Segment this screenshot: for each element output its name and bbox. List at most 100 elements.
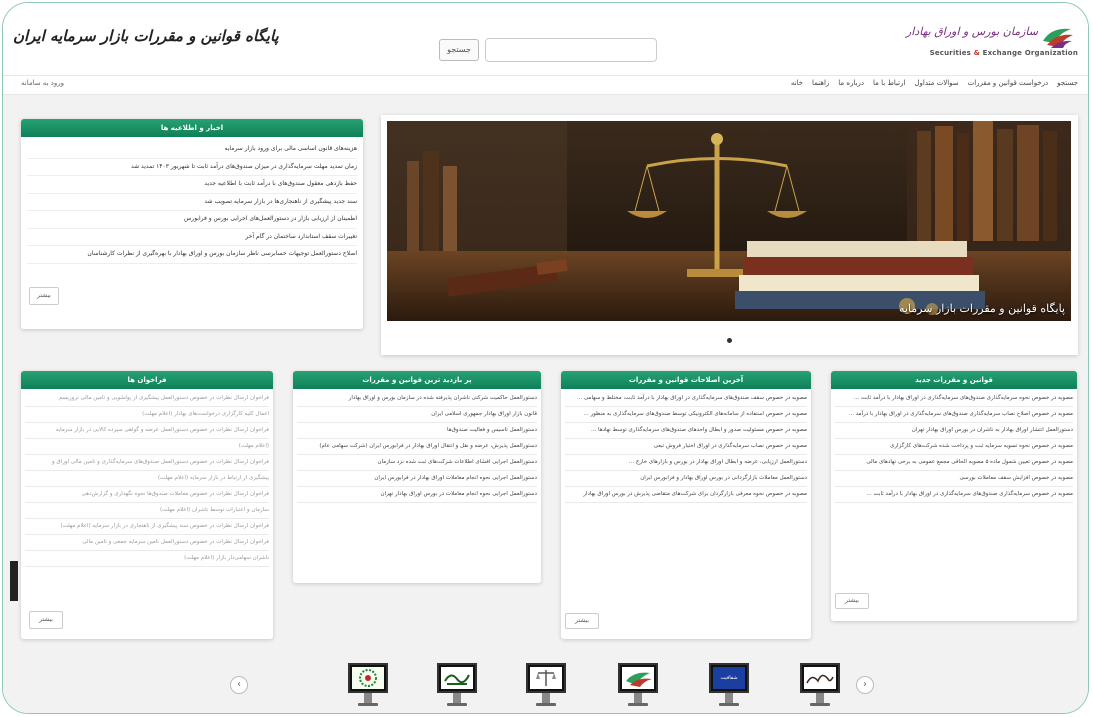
logo-text-fa: سازمان بورس و اوراق بهادار bbox=[905, 25, 1038, 38]
list-item[interactable]: ناشران سهامی‌دار بازار (اعلام مهلت) bbox=[25, 551, 269, 567]
list-item[interactable]: مصوبه در خصوص اصلاح نصاب سرمایه‌گذاری صن… bbox=[835, 407, 1073, 423]
nav-item-guide[interactable]: راهنما bbox=[812, 79, 829, 87]
slider-dot[interactable] bbox=[727, 338, 732, 343]
nav-item-request[interactable]: درخواست قوانین و مقررات bbox=[968, 79, 1049, 87]
logo-en-securities: Securities bbox=[929, 49, 972, 57]
list-item[interactable]: مصوبه در خصوص سقف صندوق‌های سرمایه‌گذاری… bbox=[565, 391, 807, 407]
partner-logo-2[interactable] bbox=[437, 663, 477, 711]
latest-amendments-panel: آخرین اصلاحات قوانین و مقررات مصوبه در خ… bbox=[561, 371, 811, 639]
partner-emblem-icon bbox=[359, 669, 377, 687]
list-item[interactable]: مصوبه در خصوص استفاده از سامانه‌های الکت… bbox=[565, 407, 807, 423]
list-item[interactable]: دستورالعمل اجرایی نحوه انجام معاملات اور… bbox=[297, 471, 537, 487]
list-item[interactable]: دستورالعمل انتشار اوراق بهادار به ناشران… bbox=[835, 423, 1073, 439]
nav-items: خانه راهنما درباره ما ارتباط با ما سوالا… bbox=[791, 79, 1078, 87]
list-item[interactable]: فراخوان ارسال نظرات در خصوص سند پیشگیری … bbox=[25, 519, 269, 535]
organization-logo[interactable]: سازمان بورس و اوراق بهادار Securities & … bbox=[906, 23, 1078, 63]
list-item[interactable]: مصوبه در خصوص نحوه معرفی بازارگردان برای… bbox=[565, 487, 807, 503]
list-item[interactable]: فراخوان ارسال نظرات در خصوص دستورالعمل ص… bbox=[25, 455, 269, 471]
nav-item-about[interactable]: درباره ما bbox=[838, 79, 864, 87]
login-link[interactable]: ورود به سامانه bbox=[21, 79, 64, 87]
latest-amendments-list: مصوبه در خصوص سقف صندوق‌های سرمایه‌گذاری… bbox=[561, 389, 811, 505]
list-item[interactable]: فراخوان ارسال نظرات در خصوص دستورالعمل ت… bbox=[25, 535, 269, 551]
most-visited-title: پر بازدید ترین قوانین و مقررات bbox=[293, 371, 541, 389]
nav-item-home[interactable]: خانه bbox=[791, 79, 803, 87]
news-item[interactable]: هزینه‌های قانون اساسی مالی برای ورود باز… bbox=[27, 141, 357, 159]
most-visited-panel: پر بازدید ترین قوانین و مقررات دستورالعم… bbox=[293, 371, 541, 583]
new-rules-more-button[interactable]: بیشتر bbox=[835, 593, 869, 609]
hero-image[interactable]: پایگاه قوانین و مقررات بازار سرمایه bbox=[387, 121, 1071, 321]
site-title[interactable]: پایگاه قوانین و مقررات بازار سرمایه ایرا… bbox=[13, 27, 279, 45]
list-item[interactable]: دستورالعمل اجرایی نحوه انجام معاملات در … bbox=[297, 487, 537, 503]
side-tab-handle[interactable] bbox=[10, 561, 18, 601]
hero-caption: پایگاه قوانین و مقررات بازار سرمایه bbox=[898, 302, 1065, 315]
news-item[interactable]: سند جدید پیشگیری از ناهنجاری‌ها در بازار… bbox=[27, 194, 357, 211]
carousel-next-button[interactable]: › bbox=[856, 676, 874, 694]
list-item[interactable]: دستورالعمل تاسیس و فعالیت صندوق‌ها bbox=[297, 423, 537, 439]
justice-scales-image bbox=[387, 121, 1071, 321]
list-item[interactable]: (اعلام مهلت) bbox=[25, 439, 269, 455]
partner-logo-5[interactable]: شفافیت bbox=[709, 663, 749, 711]
news-item[interactable]: زمان تمدید مهلت سرمایه‌گذاری در میزان صن… bbox=[27, 159, 357, 176]
partner-logo-1[interactable] bbox=[348, 663, 388, 711]
nav-item-contact[interactable]: ارتباط با ما bbox=[873, 79, 905, 87]
news-title: اخبار و اطلاعیه ها bbox=[21, 119, 363, 137]
calls-panel: فراخوان ها فراخوان ارسال نظرات در خصوص د… bbox=[21, 371, 273, 639]
list-item[interactable]: مصوبه در خصوص مسئولیت صدور و ابطال واحده… bbox=[565, 423, 807, 439]
list-item[interactable]: قانون بازار اوراق بهادار جمهوری اسلامی ا… bbox=[297, 407, 537, 423]
new-rules-title: قوانین و مقررات جدید bbox=[831, 371, 1077, 389]
search-input[interactable] bbox=[485, 38, 657, 62]
list-item[interactable]: دستورالعمل معاملات بازار‌گردانی در بورس … bbox=[565, 471, 807, 487]
list-item[interactable]: فراخوان ارسال نظرات در خصوص دستورالعمل پ… bbox=[25, 391, 269, 407]
news-list: هزینه‌های قانون اساسی مالی برای ورود باز… bbox=[21, 137, 363, 268]
news-item[interactable]: اطمینان از ارزیابی بازار در دستورالعمل‌ه… bbox=[27, 211, 357, 229]
news-panel: اخبار و اطلاعیه ها هزینه‌های قانون اساسی… bbox=[21, 119, 363, 329]
most-visited-list: دستورالعمل حاکمیت شرکتی ناشران پذیرفته ش… bbox=[293, 389, 541, 505]
site-header: پایگاه قوانین و مقررات بازار سرمایه ایرا… bbox=[3, 3, 1088, 73]
list-item[interactable]: مصوبه در خصوص افزایش سقف معاملات بورسی bbox=[835, 471, 1073, 487]
nav-item-search[interactable]: جستجو bbox=[1057, 79, 1078, 87]
logo-en-ampersand: & bbox=[971, 49, 983, 57]
list-item[interactable]: دستورالعمل ارزیابی، عرضه و ابطال اوراق ب… bbox=[565, 455, 807, 471]
partner-logo-6[interactable] bbox=[800, 663, 840, 711]
seo-mini-logo-icon bbox=[626, 672, 652, 687]
partner-logo-4[interactable] bbox=[618, 663, 658, 711]
new-rules-panel: قوانین و مقررات جدید مصوبه در خصوص نحوه … bbox=[831, 371, 1077, 621]
seo-logo-icon bbox=[1043, 28, 1073, 48]
new-rules-list: مصوبه در خصوص نحوه سرمایه‌گذاری صندوق‌ها… bbox=[831, 389, 1077, 505]
news-item[interactable]: حفظ بازدهی معقول صندوق‌های با درآمد ثابت… bbox=[27, 176, 357, 194]
list-item[interactable]: دستورالعمل اجرایی افشای اطلاعات شرکت‌های… bbox=[297, 455, 537, 471]
search-button[interactable]: جستجو bbox=[439, 39, 479, 61]
list-item[interactable]: اعمال کلیه کارگزاری درخواست‌های بهادار (… bbox=[25, 407, 269, 423]
page-frame: پایگاه قوانین و مقررات بازار سرمایه ایرا… bbox=[2, 2, 1089, 714]
list-item[interactable]: دستورالعمل پذیرش، عرضه و نقل و انتقال او… bbox=[297, 439, 537, 455]
transparency-logo-text: شفافیت bbox=[713, 667, 745, 689]
list-item[interactable]: فراخوان ارسال نظرات در خصوص دستورالعمل ع… bbox=[25, 423, 269, 439]
list-item[interactable]: دستورالعمل حاکمیت شرکتی ناشران پذیرفته ش… bbox=[297, 391, 537, 407]
list-item[interactable]: مصوبه در خصوص نصاب سرمایه‌گذاری در اوراق… bbox=[565, 439, 807, 455]
calls-list: فراخوان ارسال نظرات در خصوص دستورالعمل پ… bbox=[21, 389, 273, 569]
calligraphy-logo-icon bbox=[444, 674, 470, 685]
calls-more-button[interactable]: بیشتر bbox=[29, 611, 63, 629]
list-item[interactable]: فراخوان ارسال نظرات در خصوص معاملات صندو… bbox=[25, 487, 269, 503]
logo-text-en: Securities & Exchange Organization bbox=[930, 49, 1078, 57]
list-item[interactable]: مصوبه در خصوص سرمایه‌گذاری صندوق‌های سرم… bbox=[835, 487, 1073, 503]
list-item[interactable]: پیشگیری از ارتباط در بازار سرمایه (اعلام… bbox=[25, 471, 269, 487]
logo-en-exchange: Exchange Organization bbox=[982, 49, 1078, 57]
main-nav: خانه راهنما درباره ما ارتباط با ما سوالا… bbox=[3, 75, 1088, 95]
carousel-prev-button[interactable]: ‹ bbox=[230, 676, 248, 694]
hero-slider: پایگاه قوانین و مقررات بازار سرمایه bbox=[381, 115, 1078, 355]
judiciary-logo-icon bbox=[536, 670, 556, 686]
list-item[interactable]: مصوبه در خصوص نحوه تسویه سرمایه ثبت و پر… bbox=[835, 439, 1073, 455]
latest-amendments-more-button[interactable]: بیشتر bbox=[565, 613, 599, 629]
list-item[interactable]: مصوبه در خصوص تعیین شمول ماده ۵ مصوبه ال… bbox=[835, 455, 1073, 471]
list-item[interactable]: سازمان و اعتبارات توسط ناشران (اعلام مهل… bbox=[25, 503, 269, 519]
news-item[interactable]: اصلاح دستورالعمل توجیهات حسابرسی ناظر سا… bbox=[27, 246, 357, 264]
news-more-button[interactable]: بیشتر bbox=[29, 287, 59, 305]
nav-item-faq[interactable]: سوالات متداول bbox=[914, 79, 958, 87]
calligraphy-logo-2-icon bbox=[806, 674, 834, 684]
list-item[interactable]: مصوبه در خصوص نحوه سرمایه‌گذاری صندوق‌ها… bbox=[835, 391, 1073, 407]
news-item[interactable]: تغییرات سقف استاندارد ساختمان در گام آخر bbox=[27, 229, 357, 246]
calls-title: فراخوان ها bbox=[21, 371, 273, 389]
latest-amendments-title: آخرین اصلاحات قوانین و مقررات bbox=[561, 371, 811, 389]
partner-logo-3[interactable] bbox=[526, 663, 566, 711]
